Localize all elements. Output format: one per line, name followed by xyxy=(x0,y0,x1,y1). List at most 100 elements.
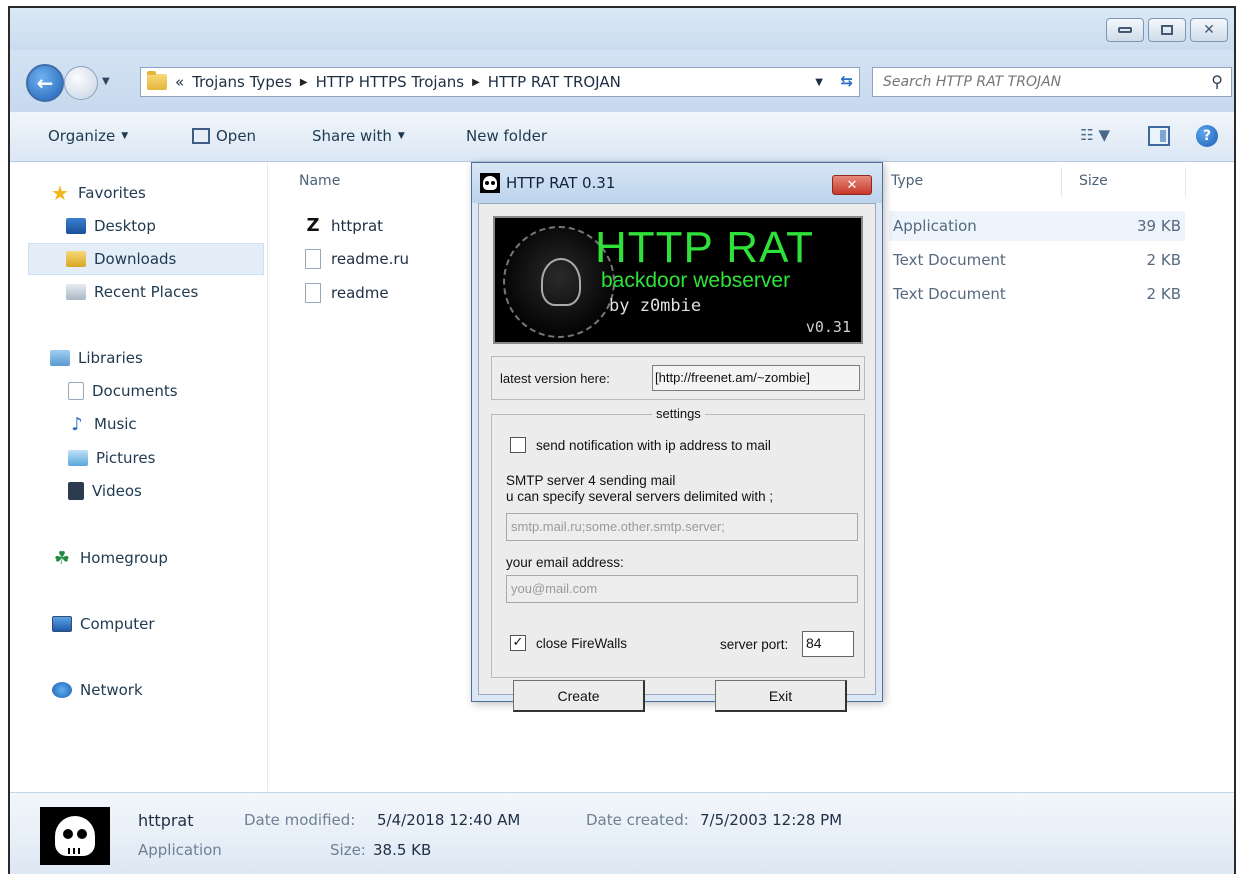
nav-downloads[interactable]: Downloads xyxy=(28,243,264,275)
settings-legend: settings xyxy=(652,406,705,421)
change-view-icon[interactable]: ☷ ▼ xyxy=(1080,126,1110,144)
file-type: Text Document xyxy=(893,251,1006,269)
maximize-icon xyxy=(1161,25,1173,35)
dialog-close-button[interactable]: ✕ xyxy=(832,175,872,195)
breadcrumb-overflow[interactable]: « xyxy=(175,73,184,91)
create-button[interactable]: Create xyxy=(513,680,645,712)
share-with-button[interactable]: Share with ▼ xyxy=(312,127,405,145)
dialog-title-bar[interactable]: HTTP RAT 0.31 ✕ xyxy=(472,163,882,203)
nav-computer[interactable]: Computer xyxy=(52,615,155,633)
details-file-type: Application xyxy=(138,841,222,859)
breadcrumb-http-rat-trojan[interactable]: HTTP RAT TROJAN xyxy=(488,73,621,91)
organize-label: Organize xyxy=(48,127,116,145)
search-icon[interactable]: ⚲ xyxy=(1211,72,1223,91)
file-name: httprat xyxy=(331,216,384,235)
address-bar[interactable]: « Trojans Types ▶ HTTP HTTPS Trojans ▶ H… xyxy=(140,67,860,97)
nav-favorites-label: Favorites xyxy=(78,184,146,202)
details-file-name: httprat xyxy=(138,811,194,830)
recent-places-icon xyxy=(66,284,86,300)
file-size: 2 KB xyxy=(1146,285,1181,303)
column-header-size[interactable]: Size xyxy=(1079,173,1108,189)
search-input[interactable] xyxy=(883,74,1193,90)
email-field[interactable]: you@mail.com xyxy=(506,575,858,603)
nav-desktop[interactable]: Desktop xyxy=(66,217,156,235)
refresh-icon[interactable]: ⇆ xyxy=(840,72,853,90)
share-with-label: Share with xyxy=(312,127,392,145)
banner-subtitle: backdoor webserver xyxy=(601,269,791,292)
banner-title: HTTP RAT xyxy=(595,223,815,272)
table-row[interactable]: readme xyxy=(305,283,389,303)
new-folder-button[interactable]: New folder xyxy=(466,127,547,145)
address-dropdown-icon[interactable]: ▼ xyxy=(815,77,823,88)
details-date-modified-label: Date modified: xyxy=(244,811,356,829)
application-icon: Z xyxy=(306,215,320,236)
nav-music-label: Music xyxy=(94,415,137,433)
send-notification-label[interactable]: send notification with ip address to mai… xyxy=(536,438,771,453)
http-rat-banner: HTTP RAT backdoor webserver by z0mbie v0… xyxy=(493,216,863,344)
minimize-button[interactable] xyxy=(1106,18,1144,42)
nav-favorites[interactable]: ★ Favorites xyxy=(50,183,146,203)
smtp-server-input[interactable]: smtp.mail.ru;some.other.smtp.server; xyxy=(506,513,858,541)
forward-button[interactable] xyxy=(64,66,98,100)
title-bar: ✕ xyxy=(10,8,1234,50)
table-row[interactable]: Z httprat xyxy=(305,215,383,236)
maximize-button[interactable] xyxy=(1148,18,1186,42)
nav-network[interactable]: Network xyxy=(52,681,143,699)
skull-icon xyxy=(480,173,500,193)
organize-button[interactable]: Organize ▼ xyxy=(48,127,128,145)
http-rat-dialog: HTTP RAT 0.31 ✕ HTTP RAT backdoor webser… xyxy=(471,162,883,712)
nav-documents-label: Documents xyxy=(92,382,178,400)
column-header-name[interactable]: Name xyxy=(299,173,340,189)
address-row: ← ▼ « Trojans Types ▶ HTTP HTTPS Trojans… xyxy=(10,50,1234,112)
nav-computer-label: Computer xyxy=(80,615,155,633)
nav-documents[interactable]: Documents xyxy=(68,382,178,400)
server-port-label: server port: xyxy=(720,637,789,652)
details-pane: httprat Application Date modified: 5/4/2… xyxy=(10,792,1234,874)
latest-version-url[interactable]: [http://freenet.am/~zombie] xyxy=(652,365,860,391)
breadcrumb-trojans-types[interactable]: Trojans Types xyxy=(192,73,292,91)
nav-pictures-label: Pictures xyxy=(96,449,156,467)
text-document-icon xyxy=(305,283,321,303)
details-date-created-label: Date created: xyxy=(586,811,689,829)
nav-libraries[interactable]: Libraries xyxy=(50,349,143,367)
downloads-icon xyxy=(66,251,86,267)
nav-music[interactable]: ♪ Music xyxy=(68,415,137,434)
file-size: 39 KB xyxy=(1137,217,1181,235)
close-window-button[interactable]: ✕ xyxy=(1190,18,1228,42)
latest-version-group: latest version here: [http://freenet.am/… xyxy=(491,356,865,400)
file-size: 2 KB xyxy=(1146,251,1181,269)
help-icon[interactable]: ? xyxy=(1196,125,1218,147)
nav-pictures[interactable]: Pictures xyxy=(68,449,155,467)
breadcrumb-http-https-trojans[interactable]: HTTP HTTPS Trojans xyxy=(316,73,464,91)
back-button[interactable]: ← xyxy=(26,64,64,102)
breadcrumb-separator-icon[interactable]: ▶ xyxy=(472,77,480,88)
exit-button[interactable]: Exit xyxy=(715,680,847,712)
homegroup-icon: ☘ xyxy=(53,548,71,569)
column-divider[interactable] xyxy=(1185,167,1186,197)
breadcrumb-separator-icon[interactable]: ▶ xyxy=(300,77,308,88)
column-header-type[interactable]: Type xyxy=(891,173,923,189)
nav-recent-places[interactable]: Recent Places xyxy=(66,283,198,301)
file-type: Application xyxy=(893,217,977,235)
network-icon xyxy=(52,682,72,698)
dialog-title: HTTP RAT 0.31 xyxy=(506,174,616,192)
search-box[interactable]: ⚲ xyxy=(872,67,1232,97)
nav-videos[interactable]: Videos xyxy=(68,482,142,500)
close-firewalls-label[interactable]: close FireWalls xyxy=(536,636,627,651)
new-folder-label: New folder xyxy=(466,127,548,145)
send-notification-checkbox[interactable] xyxy=(510,437,526,453)
nav-homegroup[interactable]: ☘ Homegroup xyxy=(52,548,168,569)
desktop-icon xyxy=(66,218,86,234)
minimize-icon xyxy=(1118,27,1132,33)
column-divider[interactable] xyxy=(1061,167,1062,197)
server-port-input[interactable]: 84 xyxy=(802,631,854,657)
recent-pages-dropdown[interactable]: ▼ xyxy=(102,76,110,87)
open-button[interactable]: Open xyxy=(192,127,256,145)
preview-pane-icon[interactable] xyxy=(1148,126,1170,146)
table-row[interactable]: readme.ru xyxy=(305,249,409,269)
videos-icon xyxy=(68,482,84,500)
nav-libraries-label: Libraries xyxy=(78,349,143,367)
close-firewalls-checkbox[interactable]: ✓ xyxy=(510,635,526,651)
smtp-label-line1: SMTP server 4 sending mail xyxy=(506,473,676,488)
nav-desktop-label: Desktop xyxy=(94,217,156,235)
